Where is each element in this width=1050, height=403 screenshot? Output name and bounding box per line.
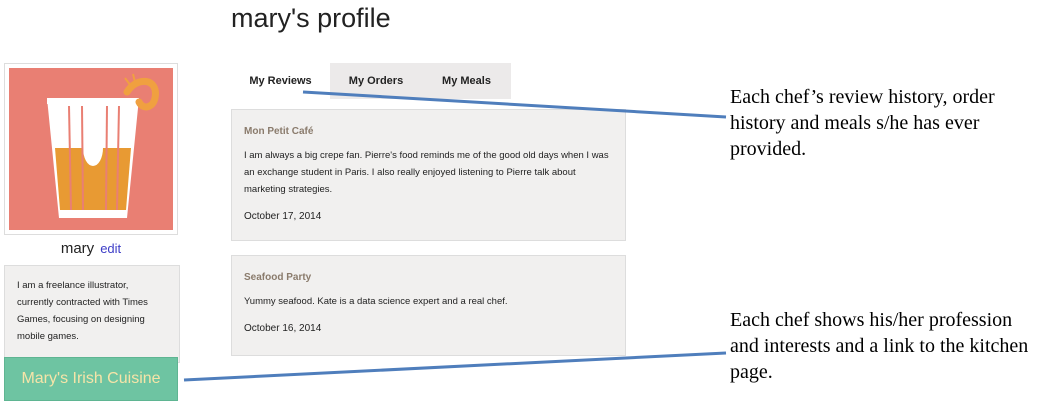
- annotation-line-kitchen: [183, 351, 727, 382]
- annotation-review-history: Each chef’s review history, order histor…: [730, 86, 995, 160]
- annotation-profession-link: Each chef shows his/her profession and i…: [730, 309, 1029, 383]
- annotation-line-reviews: [302, 90, 727, 119]
